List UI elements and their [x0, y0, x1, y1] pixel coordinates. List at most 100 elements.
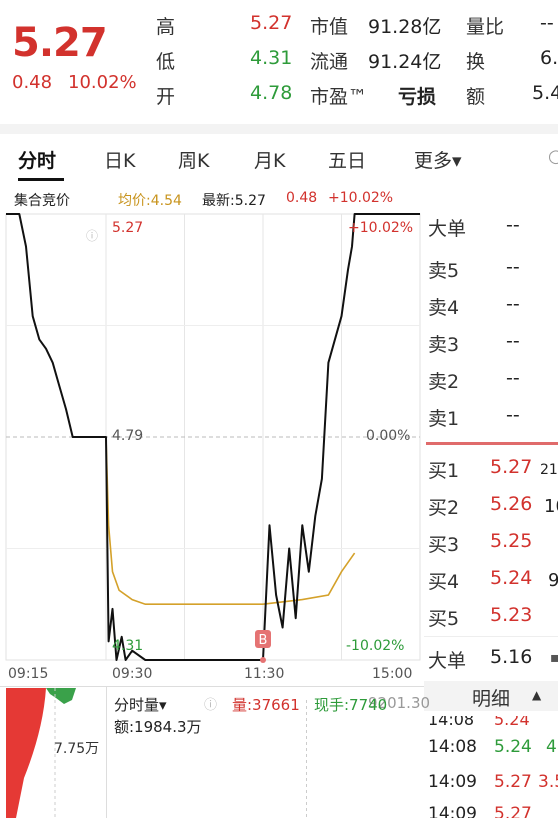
price-change-pct: 10.02% [68, 72, 137, 93]
auction-volume-green-area [46, 688, 76, 704]
low-value: 4.31 [250, 47, 293, 69]
ask-3-label: 卖3 [428, 334, 460, 356]
x-tick-0915: 09:15 [8, 666, 49, 682]
ask-5-price: -- [506, 256, 520, 278]
ask-1-label: 卖1 [428, 408, 460, 430]
ask-bid-separator [426, 442, 558, 445]
latest-price-label: 最新:5.27 [202, 193, 266, 209]
bid-2-label: 买2 [428, 497, 460, 519]
tab-daily-k[interactable]: 日K [104, 146, 135, 173]
pe-label: 市盈™ [310, 86, 368, 108]
amount-label: 额 [466, 86, 486, 108]
y-tick-low: 4.31 [112, 638, 144, 654]
ask-2-price: -- [506, 367, 520, 389]
bid-3-price: 5.25 [490, 530, 533, 552]
open-label: 开 [156, 86, 176, 108]
detail-row-1-time: 14:08 [428, 737, 477, 757]
info-change: 0.48 [286, 190, 318, 206]
book-divider [424, 636, 558, 637]
low-label: 低 [156, 51, 176, 73]
bid-5-label: 买5 [428, 608, 460, 630]
amount-value: 5.4 [532, 82, 558, 104]
volume-ratio-label: 量比 [466, 16, 505, 38]
detail-row-2-vol: 3.5 [538, 772, 558, 792]
y-tick-mid: 4.79 [112, 428, 144, 444]
detail-partial-price: 5.24 [494, 710, 530, 729]
open-value: 4.78 [250, 82, 293, 104]
volume-panel-top-border [0, 686, 424, 687]
bid-4-price: 5.24 [490, 567, 533, 589]
bid-1-label: 买1 [428, 460, 460, 482]
detail-row-3-time: 14:09 [428, 804, 477, 818]
detail-row-1-vol: 4 [546, 737, 557, 757]
search-icon[interactable]: ○ [548, 146, 558, 167]
buy-marker-label: B [259, 633, 268, 648]
help-icon[interactable]: ⓘ [86, 227, 98, 244]
big-order-bottom-value: 5.16 [490, 646, 533, 668]
volume-help-icon[interactable]: ⓘ [204, 694, 217, 713]
bid-3-label: 买3 [428, 534, 460, 556]
volume-gridline [306, 700, 307, 818]
detail-row-1-price: 5.24 [494, 737, 532, 757]
bid-4-volume: 9 [548, 570, 558, 591]
tab-weekly-k[interactable]: 周K [178, 146, 209, 173]
x-tick-1500: 15:00 [372, 666, 413, 682]
volume-selector[interactable]: 分时量▾ [114, 694, 167, 715]
volume-amount: 额:1984.3万 [114, 718, 202, 736]
detail-title[interactable]: 明细 [472, 684, 510, 711]
ask-4-label: 卖4 [428, 297, 460, 319]
y-tick-high: 5.27 [112, 220, 144, 236]
volume-ratio-value: -- [540, 12, 554, 34]
buy-marker-dot [260, 657, 266, 663]
tab-monthly-k[interactable]: 月K [254, 146, 285, 173]
detail-row-3-price: 5.27 [494, 804, 532, 818]
tab-intraday[interactable]: 分时 [18, 146, 56, 173]
volume-value: 量:37661 [232, 696, 300, 714]
header-divider [0, 124, 558, 134]
big-order-more-icon[interactable]: ▪ [550, 650, 558, 666]
y-tick-right-mid: 0.00% [366, 428, 411, 444]
big-order-value: -- [506, 214, 520, 236]
ask-1-price: -- [506, 404, 520, 426]
ask-2-label: 卖2 [428, 371, 460, 393]
detail-row-2-price: 5.27 [494, 772, 532, 792]
bid-1-volume: 21. [540, 462, 558, 478]
y-tick-right-low: -10.02% [346, 638, 405, 654]
pe-value: 亏损 [398, 86, 437, 108]
big-order-label: 大单 [428, 218, 467, 240]
detail-row-2-time: 14:09 [428, 772, 477, 792]
bid-5-price: 5.23 [490, 604, 533, 626]
x-tick-0930: 09:30 [112, 666, 153, 682]
sort-up-icon[interactable]: ▲ [532, 688, 541, 702]
market-cap-value: 91.28亿 [368, 16, 442, 38]
bid-1-price: 5.27 [490, 456, 533, 478]
volume-y-tick: 7.75万 [54, 741, 100, 757]
info-change-pct: +10.02% [328, 190, 394, 206]
big-order-bottom-label: 大单 [428, 650, 467, 672]
ask-3-price: -- [506, 330, 520, 352]
active-tab-indicator [18, 178, 64, 181]
y-tick-right-high: +10.02% [348, 220, 414, 236]
last-price: 5.27 [12, 20, 108, 66]
bid-2-volume: 10 [544, 496, 558, 517]
bid-4-label: 买4 [428, 571, 460, 593]
tab-more[interactable]: 更多▾ [414, 146, 462, 173]
price-change: 0.48 [12, 72, 53, 93]
high-label: 高 [156, 16, 176, 38]
ask-4-price: -- [506, 293, 520, 315]
current-hand-value: 现手:7740 [314, 696, 388, 714]
auction-volume-red-area [6, 688, 46, 818]
float-cap-label: 流通 [310, 51, 349, 73]
bid-2-price: 5.26 [490, 493, 533, 515]
turnover-label: 换 [466, 51, 486, 73]
float-cap-value: 91.24亿 [368, 51, 442, 73]
tab-five-day[interactable]: 五日 [328, 146, 366, 173]
avg-price-label: 均价:4.54 [118, 193, 182, 209]
turnover-value: 6. [540, 47, 558, 69]
volume-panel-divider [106, 686, 107, 818]
high-value: 5.27 [250, 12, 293, 34]
buy-marker: B [255, 630, 271, 663]
avg-price-line [105, 436, 356, 606]
market-cap-label: 市值 [310, 16, 349, 38]
intraday-chart[interactable]: B [0, 208, 424, 688]
